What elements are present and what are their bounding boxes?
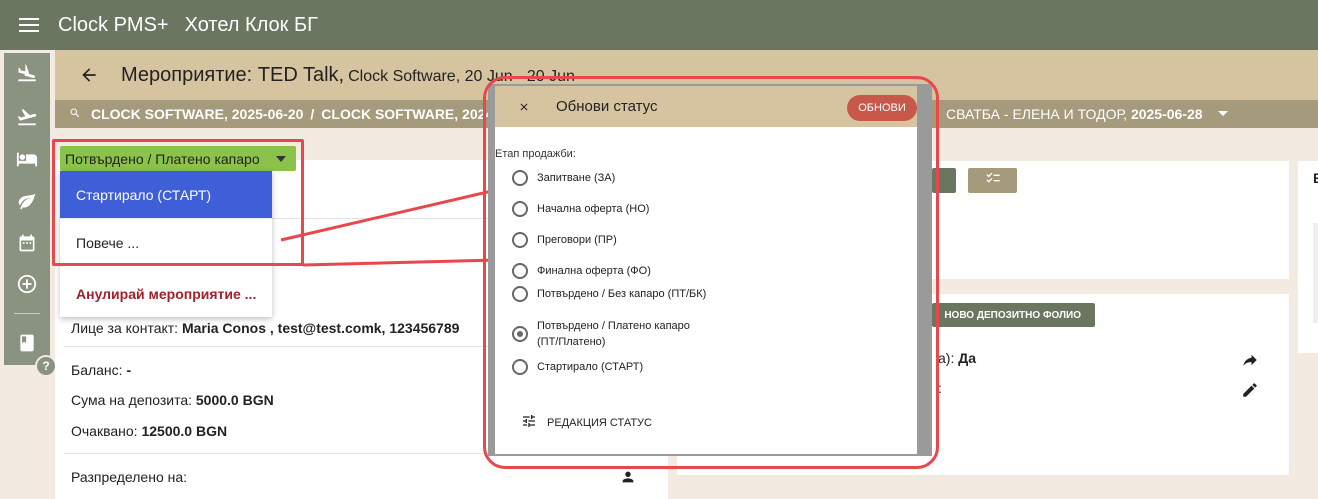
highlight-box bbox=[483, 76, 939, 469]
